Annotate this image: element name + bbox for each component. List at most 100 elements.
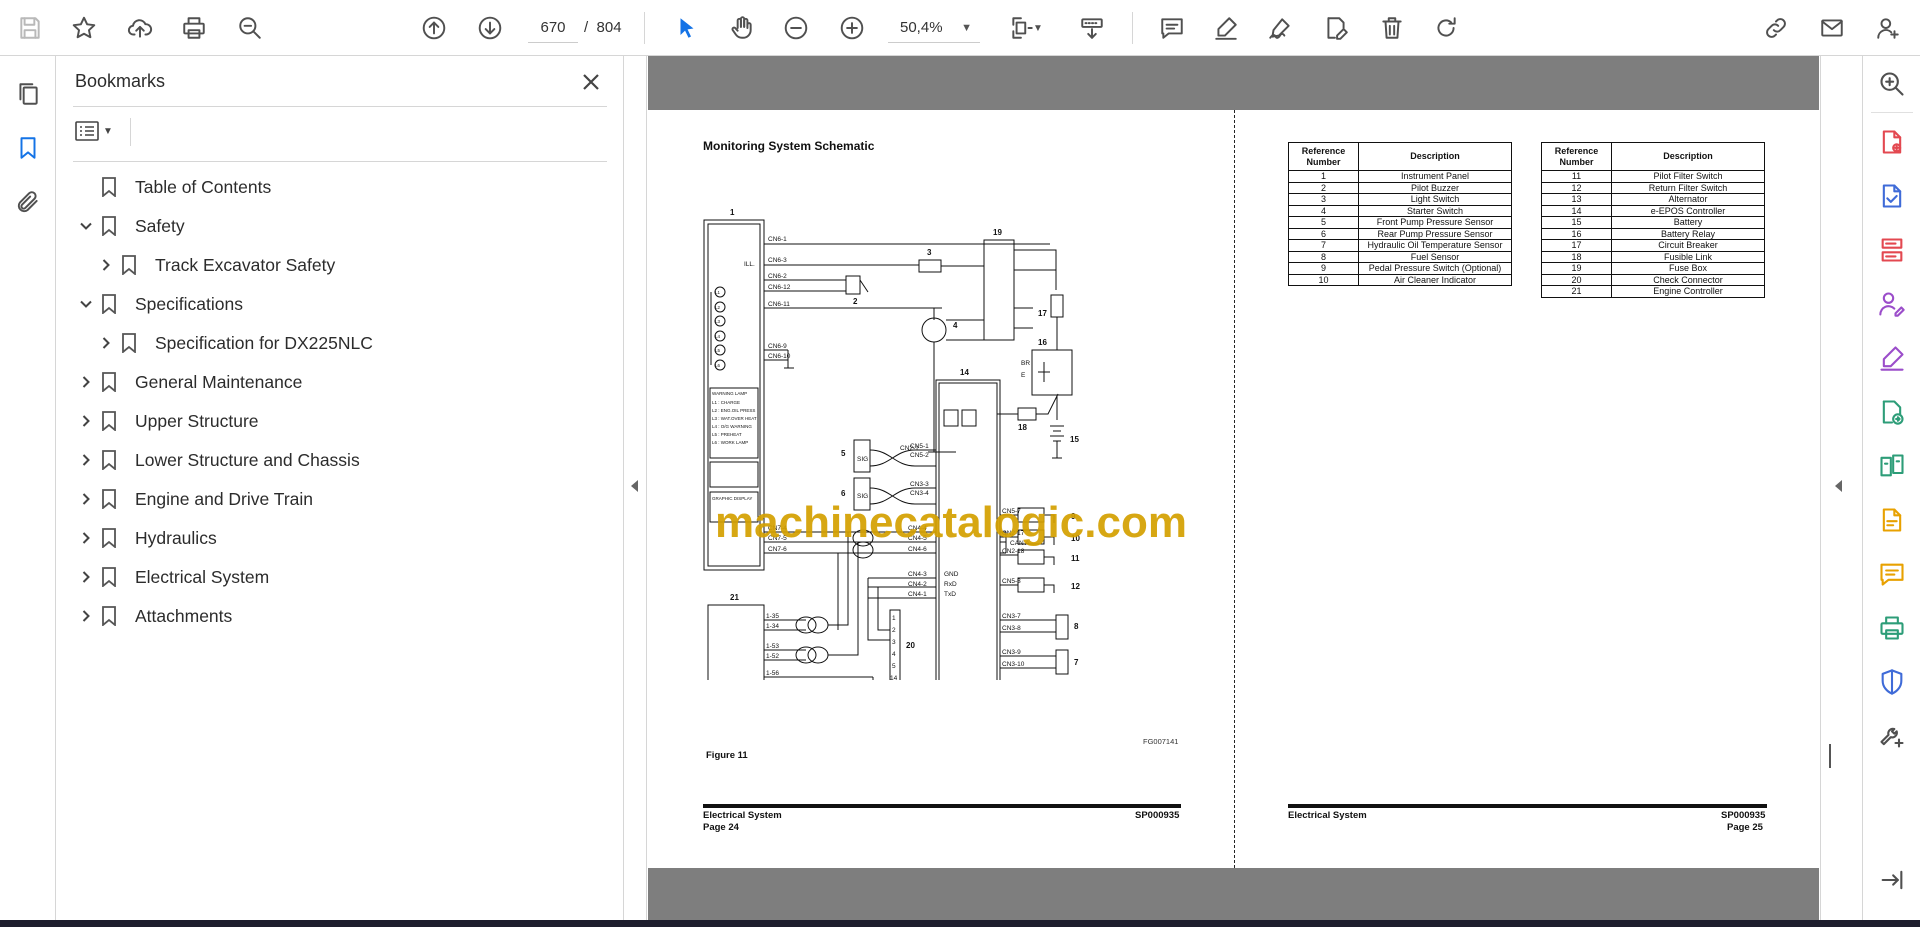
chevron-right-icon[interactable] (77, 568, 95, 586)
svg-text:11: 11 (1071, 554, 1080, 563)
reference-number-cell: 20 (1541, 273, 1612, 286)
redo-icon[interactable] (1428, 10, 1464, 46)
hand-tool-icon[interactable] (724, 10, 760, 46)
protect-shield-icon[interactable] (1874, 664, 1910, 700)
chevron-right-icon[interactable] (77, 490, 95, 508)
add-user-icon[interactable] (1870, 10, 1906, 46)
bookmark-item[interactable]: Attachments (77, 601, 232, 631)
bookmark-item[interactable]: Track Excavator Safety (97, 250, 335, 280)
figure-code: FG007141 (1143, 737, 1179, 746)
chevron-down-icon[interactable] (77, 295, 95, 313)
edit-text-icon[interactable] (1318, 10, 1354, 46)
scrollbar-thumb[interactable] (1829, 744, 1831, 768)
trash-icon[interactable] (1374, 10, 1410, 46)
zoom-search-icon[interactable] (1874, 66, 1910, 102)
table-row: 20 Check Connector (1541, 273, 1765, 286)
svg-text:E: E (1021, 372, 1026, 379)
bookmark-item[interactable]: Engine and Drive Train (77, 484, 313, 514)
reference-number-cell: 12 (1541, 181, 1612, 194)
figure-label: Figure 11 (706, 750, 748, 761)
chevron-right-icon[interactable] (97, 334, 115, 352)
page-thumbnails-icon[interactable] (10, 76, 46, 112)
bookmark-item[interactable]: Specifications (77, 289, 243, 319)
comment-tool-icon[interactable] (1874, 556, 1910, 592)
close-icon[interactable] (577, 68, 605, 96)
collapse-left-arrow-icon[interactable] (631, 480, 638, 492)
svg-text:19: 19 (993, 228, 1002, 237)
main-toolbar: / 804 50,4% ▼ ▼ (0, 0, 1920, 56)
chevron-right-icon[interactable] (97, 256, 115, 274)
bookmark-item[interactable]: General Maintenance (77, 367, 302, 397)
description-cell: Circuit Breaker (1611, 239, 1765, 252)
svg-text:BR: BR (1021, 360, 1030, 367)
chevron-down-icon[interactable]: ▼ (1028, 10, 1048, 46)
bookmark-item[interactable]: Table of Contents (77, 172, 271, 202)
bookmark-item[interactable]: Upper Structure (77, 406, 259, 436)
print-icon[interactable] (176, 10, 212, 46)
svg-text:CN6-12: CN6-12 (768, 284, 791, 291)
fill-sign-icon[interactable] (1874, 286, 1910, 322)
footer-rule (703, 804, 1181, 808)
svg-text:CN6-9: CN6-9 (768, 343, 787, 350)
reference-table-1: Reference Number Description 1 Instrument… (1288, 142, 1512, 286)
email-icon[interactable] (1814, 10, 1850, 46)
highlight-pen-icon[interactable] (1208, 10, 1244, 46)
zoom-in-icon[interactable] (834, 10, 870, 46)
description-cell: Instrument Panel (1358, 170, 1512, 183)
expand-panel-icon[interactable] (1874, 862, 1910, 898)
edit-pdf-icon[interactable] (1874, 340, 1910, 376)
comment-icon[interactable] (1154, 10, 1190, 46)
upload-cloud-icon[interactable] (122, 10, 158, 46)
svg-text:CN4-2: CN4-2 (908, 581, 927, 588)
select-cursor-icon[interactable] (669, 10, 705, 46)
scan-ocr-icon[interactable] (1874, 502, 1910, 538)
zoom-select[interactable]: 50,4% ▼ (888, 13, 980, 43)
svg-text:L1 : CHARGE: L1 : CHARGE (712, 400, 740, 405)
print-production-icon[interactable] (1874, 610, 1910, 646)
next-page-icon[interactable] (472, 10, 508, 46)
chevron-right-icon[interactable] (77, 373, 95, 391)
left-panel-collapse[interactable] (625, 56, 647, 920)
compare-files-icon[interactable] (1874, 448, 1910, 484)
share-link-icon[interactable] (1758, 10, 1794, 46)
draw-sign-icon[interactable] (1262, 10, 1298, 46)
bookmark-icon (101, 411, 117, 432)
search-zoom-icon[interactable] (232, 10, 268, 46)
expand-left-arrow-icon[interactable] (1835, 480, 1842, 492)
send-for-review-icon[interactable] (1874, 394, 1910, 430)
footer-page-right: Page 25 (1727, 822, 1763, 833)
bookmark-label: Specification for DX225NLC (155, 332, 373, 353)
document-viewport[interactable]: Monitoring System Schematic 1 CN6-1 CN6-… (648, 56, 1819, 920)
attachment-icon[interactable] (10, 184, 46, 220)
save-icon[interactable] (12, 10, 48, 46)
bookmark-item[interactable]: Lower Structure and Chassis (77, 445, 360, 475)
bookmark-options-button[interactable]: ▼ (75, 116, 123, 146)
bookmark-label: Attachments (135, 605, 233, 626)
bookmark-item[interactable]: Hydraulics (77, 523, 217, 553)
bookmark-icon (101, 216, 117, 237)
chevron-right-icon[interactable] (77, 412, 95, 430)
scroll-mode-icon[interactable] (1074, 10, 1110, 46)
create-pdf-icon[interactable] (1874, 124, 1910, 160)
chevron-right-icon[interactable] (77, 607, 95, 625)
previous-page-icon[interactable] (416, 10, 452, 46)
right-panel-collapse[interactable] (1820, 56, 1862, 920)
watermark-text: machinecatalogic.com (715, 498, 1187, 547)
bookmark-item[interactable]: Safety (77, 211, 185, 241)
svg-text:WARNING LAMP: WARNING LAMP (712, 391, 747, 396)
bookmark-item[interactable]: Electrical System (77, 562, 269, 592)
chevron-right-icon[interactable] (77, 451, 95, 469)
chevron-down-icon[interactable] (77, 217, 95, 235)
bookmark-icon[interactable] (10, 130, 46, 166)
zoom-out-icon[interactable] (778, 10, 814, 46)
page-number-input[interactable] (528, 13, 578, 43)
chevron-right-icon[interactable] (77, 529, 95, 547)
export-pdf-icon[interactable] (1874, 178, 1910, 214)
organize-pages-icon[interactable] (1874, 232, 1910, 268)
bookmark-label: Hydraulics (135, 527, 217, 548)
more-tools-icon[interactable] (1874, 718, 1910, 754)
bookmark-item[interactable]: Specification for DX225NLC (97, 328, 373, 358)
description-cell: Return Filter Switch (1611, 181, 1765, 194)
star-icon[interactable] (66, 10, 102, 46)
